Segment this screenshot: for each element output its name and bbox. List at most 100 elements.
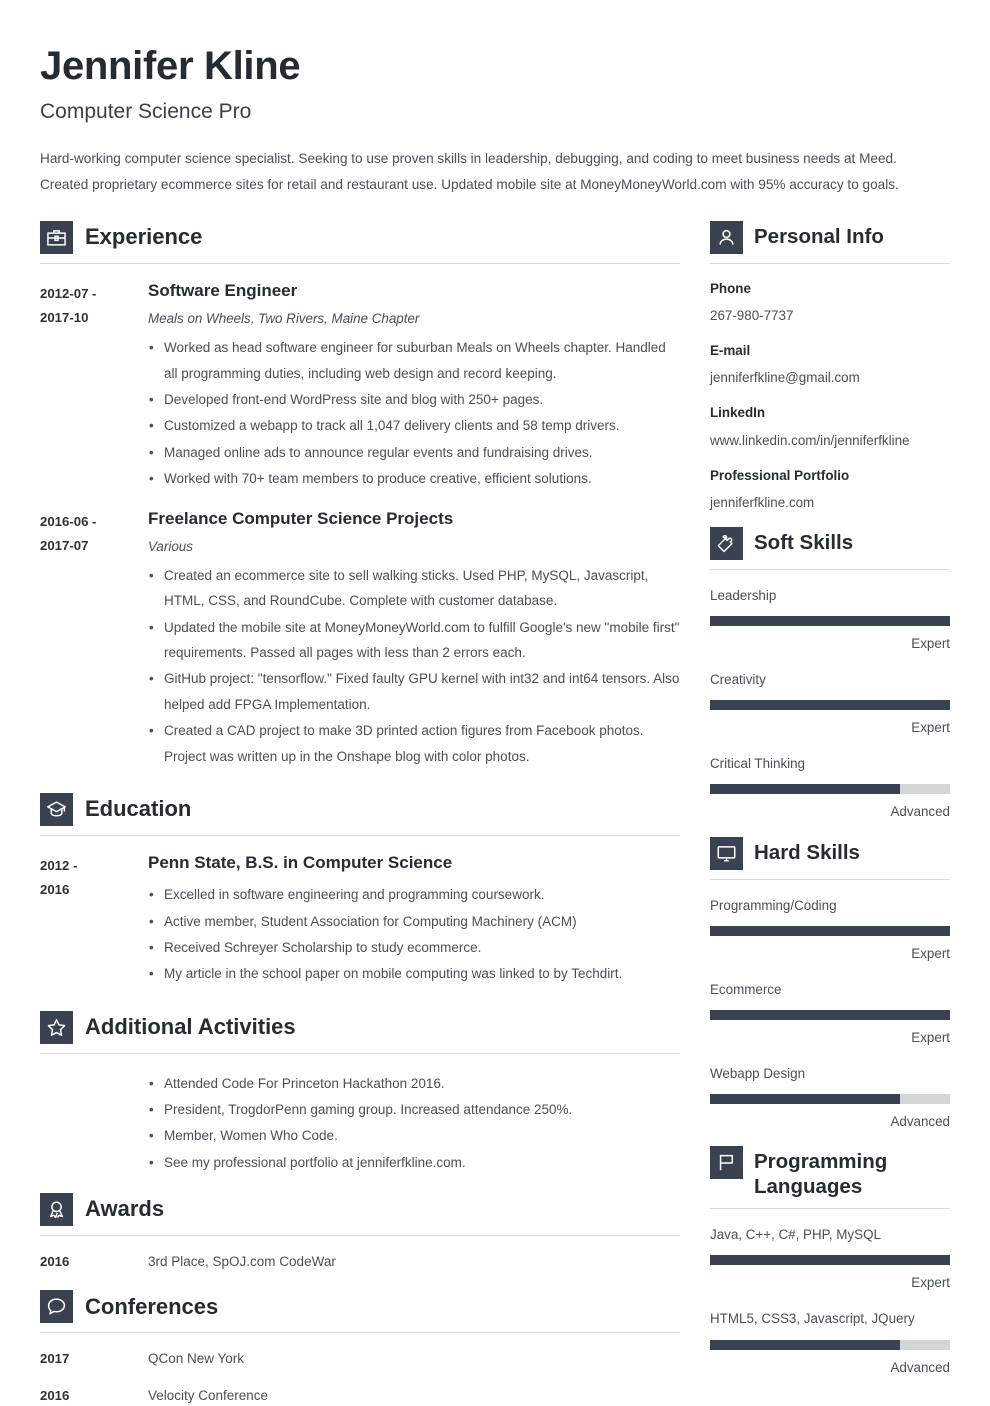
field-value: www.linkedin.com/in/jenniferfkline xyxy=(710,432,910,448)
entry-dates-line1: 2012-07 - xyxy=(40,285,97,301)
section-header-soft-skills: Soft Skills xyxy=(710,526,950,560)
award-row: 2016 3rd Place, SpOJ.com CodeWar xyxy=(40,1252,680,1272)
award-year: 2016 xyxy=(40,1254,70,1270)
section-header-experience: Experience xyxy=(40,220,680,254)
skill-item: Creativity Expert xyxy=(710,670,950,738)
section-header-additional-activities: Additional Activities xyxy=(40,1010,680,1044)
section-title: Awards xyxy=(85,1196,165,1222)
skill-name: Webapp Design xyxy=(710,1065,806,1081)
skill-bar-track xyxy=(710,1339,950,1350)
skill-item: Ecommerce Expert xyxy=(710,980,950,1048)
section-divider xyxy=(710,878,950,880)
section-header-awards: Awards xyxy=(40,1193,680,1227)
entry-bullets: Created an ecommerce site to sell walkin… xyxy=(148,563,680,769)
list-item: Updated the mobile site at MoneyMoneyWor… xyxy=(148,615,680,666)
skill-name: Leadership xyxy=(710,587,777,603)
entry-role: Software Engineer xyxy=(148,280,298,300)
skill-level: Expert xyxy=(911,635,950,651)
skill-level: Expert xyxy=(911,1275,950,1291)
personal-info-field: E-mail jenniferfkline@gmail.com xyxy=(710,341,950,388)
skill-name: Creativity xyxy=(710,672,766,688)
conference-text: Velocity Conference xyxy=(148,1387,269,1403)
section-title: Personal Info xyxy=(754,224,884,248)
skill-item: Critical Thinking Advanced xyxy=(710,754,950,822)
personal-info-field: LinkedIn www.linkedin.com/in/jenniferfkl… xyxy=(710,403,950,450)
list-item: Member, Women Who Code. xyxy=(148,1123,680,1149)
graduation-cap-icon xyxy=(40,792,73,826)
sidebar-column: Personal Info Phone 267-980-7737 E-mail … xyxy=(710,220,950,1378)
section-divider xyxy=(40,1332,680,1334)
list-item: Worked with 70+ team members to produce … xyxy=(148,466,680,492)
skill-level: Expert xyxy=(911,945,950,961)
field-value: jenniferfkline@gmail.com xyxy=(710,370,860,386)
entry-dates-line2: 2017-10 xyxy=(40,310,89,325)
entry-body: Attended Code For Princeton Hackathon 20… xyxy=(148,1070,680,1176)
field-label: Phone xyxy=(710,280,751,296)
skill-bar-track xyxy=(710,1009,950,1020)
section-title: Education xyxy=(85,796,192,822)
entry-dates: 2016-06 - 2017-07 xyxy=(40,508,148,769)
conference-row: 2017 QCon New York xyxy=(40,1349,680,1369)
skill-name: Programming/Coding xyxy=(710,897,837,913)
person-icon xyxy=(710,220,743,254)
entry-degree: Penn State, B.S. in Computer Science xyxy=(148,852,453,872)
section-divider xyxy=(40,1052,680,1054)
skill-bar-track xyxy=(710,1094,950,1105)
section-divider xyxy=(40,262,680,264)
list-item: Developed front-end WordPress site and b… xyxy=(148,387,680,413)
section-title: Conferences xyxy=(85,1293,219,1319)
section-divider xyxy=(710,1208,950,1210)
entry-bullets: Excelled in software engineering and pro… xyxy=(148,882,680,987)
skill-bar-track xyxy=(710,925,950,936)
list-item: Active member, Student Association for C… xyxy=(148,909,680,935)
list-item: President, TrogdorPenn gaming group. Inc… xyxy=(148,1097,680,1123)
list-item: See my professional portfolio at jennife… xyxy=(148,1150,680,1176)
entry-dates: 2012-07 - 2017-10 xyxy=(40,280,148,492)
section-title-line2: Languages xyxy=(754,1175,863,1199)
section-divider xyxy=(40,1235,680,1237)
section-title: Hard Skills xyxy=(754,840,860,864)
field-value: 267-980-7737 xyxy=(710,308,794,324)
entry-body: Freelance Computer Science Projects Vari… xyxy=(148,508,680,769)
activities-entry: Attended Code For Princeton Hackathon 20… xyxy=(40,1070,680,1176)
section-header-hard-skills: Hard Skills xyxy=(710,836,950,870)
skill-bar-track xyxy=(710,784,950,795)
list-item: Managed online ads to announce regular e… xyxy=(148,440,680,466)
skill-name: HTML5, CSS3, Javascript, JQuery xyxy=(710,1311,915,1327)
page-title: Jennifer Kline xyxy=(40,44,301,88)
field-label: E-mail xyxy=(710,343,751,359)
skill-bar-fill xyxy=(710,1009,950,1020)
personal-info-field: Phone 267-980-7737 xyxy=(710,279,950,326)
skill-level: Advanced xyxy=(890,804,950,820)
monitor-icon xyxy=(710,836,743,870)
skill-bar-fill xyxy=(710,784,900,795)
section-divider xyxy=(40,834,680,836)
entry-bullets: Worked as head software engineer for sub… xyxy=(148,335,680,492)
skill-name: Critical Thinking xyxy=(710,756,806,772)
conference-text: QCon New York xyxy=(148,1351,245,1367)
entry-dates-line2: 2016 xyxy=(40,881,70,897)
skill-bar-track xyxy=(710,615,950,626)
skill-level: Expert xyxy=(911,1029,950,1045)
skill-bar-fill xyxy=(710,700,950,711)
section-conferences: Conferences 2017 QCon New York 2016 Velo… xyxy=(40,1290,680,1406)
section-title: Experience xyxy=(85,224,203,250)
skill-item: HTML5, CSS3, Javascript, JQuery Advanced xyxy=(710,1309,950,1377)
main-column: Experience 2012-07 - 2017-10 Software En… xyxy=(40,220,680,1406)
experience-entry: 2012-07 - 2017-10 Software Engineer Meal… xyxy=(40,280,680,492)
section-soft-skills: Soft Skills Leadership Expert Creativity… xyxy=(710,526,950,823)
skill-bar-fill xyxy=(710,1255,950,1266)
section-divider xyxy=(710,568,950,570)
entry-dates-line1: 2012 - xyxy=(40,857,78,873)
award-text: 3rd Place, SpOJ.com CodeWar xyxy=(148,1254,336,1270)
personal-info-field: Professional Portfolio jenniferfkline.co… xyxy=(710,466,950,513)
skill-item: Java, C++, C#, PHP, MySQL Expert xyxy=(710,1225,950,1293)
skill-bar-fill xyxy=(710,1094,900,1105)
list-item: Excelled in software engineering and pro… xyxy=(148,882,680,908)
experience-entry: 2016-06 - 2017-07 Freelance Computer Sci… xyxy=(40,508,680,769)
entry-dates-line2: 2017-07 xyxy=(40,537,89,553)
list-item: Attended Code For Princeton Hackathon 20… xyxy=(148,1071,680,1097)
skill-bar-fill xyxy=(710,615,950,626)
resume-columns: Experience 2012-07 - 2017-10 Software En… xyxy=(40,220,950,1406)
section-title: Additional Activities xyxy=(85,1013,296,1039)
